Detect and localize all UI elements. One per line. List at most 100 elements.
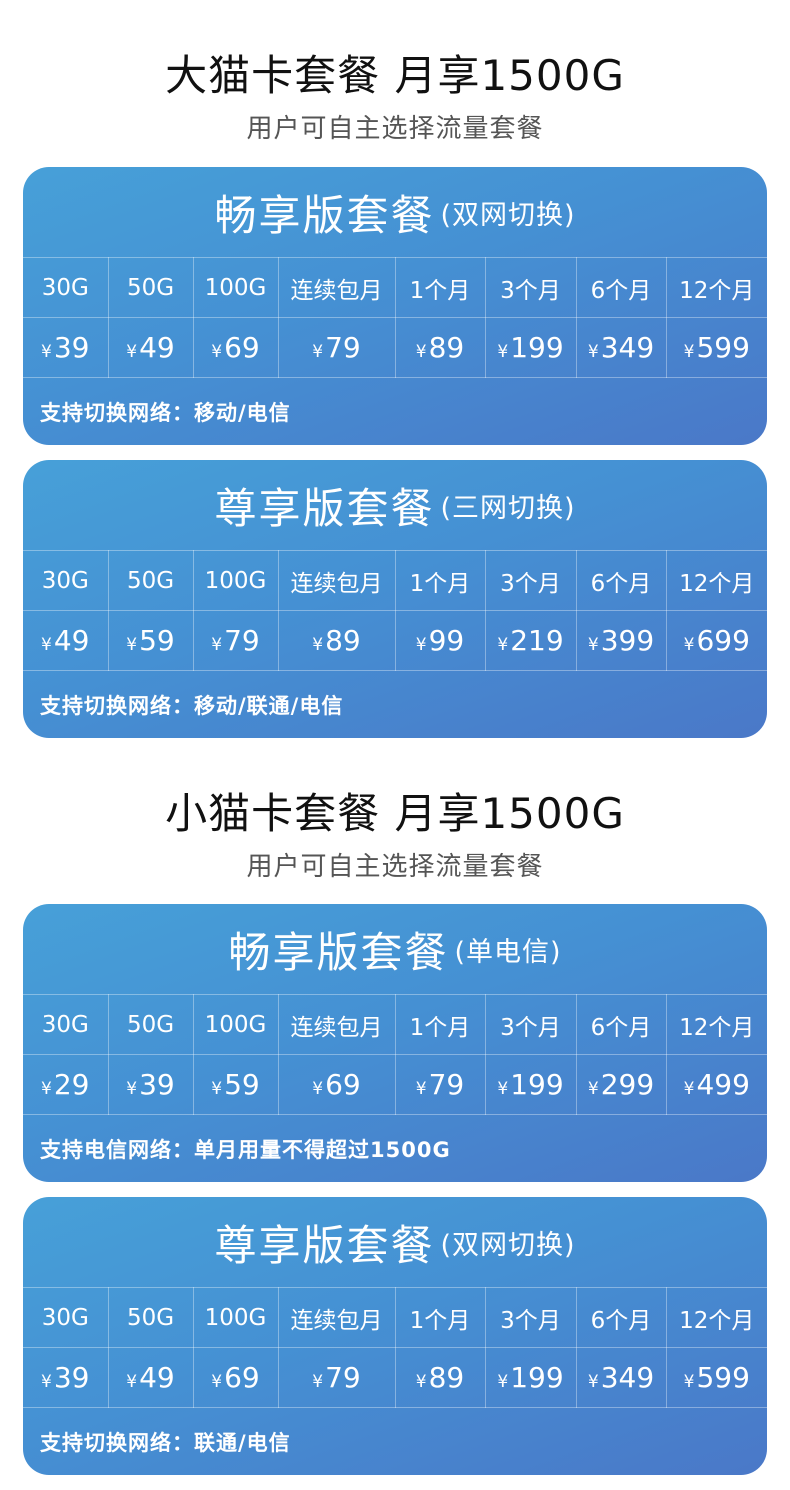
plan-duration-row: 30G 50G 100G 连续包月 1个月 3个月 6个月 12个月	[23, 1287, 767, 1348]
network-support-note: 支持切换网络：移动/联通/电信	[40, 694, 344, 718]
price-table: 30G 50G 100G 连续包月 1个月 3个月 6个月 12个月 ¥39 ¥…	[23, 1287, 767, 1408]
duration-label: 连续包月	[277, 550, 396, 611]
currency-symbol: ¥	[587, 1079, 599, 1099]
price-cell[interactable]: ¥79	[277, 317, 396, 378]
currency-symbol: ¥	[683, 342, 695, 362]
duration-label: 30G	[23, 1287, 109, 1348]
price-cell[interactable]: ¥79	[394, 1054, 486, 1115]
price-cell[interactable]: ¥39	[23, 317, 109, 378]
price-value: 89	[428, 1361, 465, 1394]
price-table: 30G 50G 100G 连续包月 1个月 3个月 6个月 12个月 ¥49 ¥…	[23, 550, 767, 671]
currency-symbol: ¥	[683, 1079, 695, 1099]
duration-label: 30G	[23, 550, 109, 611]
duration-label: 6个月	[575, 994, 667, 1055]
network-support-note: 支持切换网络：移动/电信	[40, 401, 291, 425]
price-cell[interactable]: ¥219	[484, 610, 577, 671]
price-cell[interactable]: ¥69	[192, 317, 279, 378]
duration-label: 100G	[192, 994, 279, 1055]
price-cell[interactable]: ¥199	[484, 317, 577, 378]
price-cell[interactable]: ¥399	[575, 610, 667, 671]
duration-label: 100G	[192, 1287, 279, 1348]
duration-label: 6个月	[575, 257, 667, 318]
section-subtitle: 用户可自主选择流量套餐	[246, 852, 544, 882]
currency-symbol: ¥	[126, 342, 138, 362]
price-cell[interactable]: ¥99	[394, 610, 486, 671]
duration-label: 50G	[107, 257, 194, 318]
price-cell[interactable]: ¥79	[192, 610, 279, 671]
plan-card-title: 畅享版套餐 (双网切换)	[23, 167, 767, 257]
duration-label: 3个月	[484, 257, 577, 318]
price-value: 89	[325, 624, 361, 657]
price-value: 699	[696, 624, 750, 657]
price-cell[interactable]: ¥599	[665, 1347, 767, 1408]
price-cell[interactable]: ¥29	[23, 1054, 109, 1115]
plan-card[interactable]: 畅享版套餐 (单电信) 30G 50G 100G 连续包月 1个月 3个月 6个…	[23, 904, 767, 1182]
currency-symbol: ¥	[587, 1372, 599, 1392]
plan-price-row: ¥49 ¥59 ¥79 ¥89 ¥99 ¥219 ¥399 ¥699	[23, 610, 767, 671]
currency-symbol: ¥	[497, 342, 509, 362]
price-cell[interactable]: ¥499	[665, 1054, 767, 1115]
plan-note: (三网切换)	[440, 492, 576, 524]
price-value: 89	[428, 331, 465, 364]
price-value: 349	[600, 1361, 655, 1394]
currency-symbol: ¥	[415, 1079, 427, 1099]
duration-label: 100G	[192, 550, 279, 611]
duration-label: 12个月	[665, 994, 767, 1055]
duration-label: 1个月	[394, 550, 486, 611]
price-cell[interactable]: ¥199	[484, 1347, 577, 1408]
price-value: 49	[139, 1361, 175, 1394]
plan-duration-row: 30G 50G 100G 连续包月 1个月 3个月 6个月 12个月	[23, 994, 767, 1055]
price-value: 199	[510, 331, 564, 364]
price-cell[interactable]: ¥199	[484, 1054, 577, 1115]
price-cell[interactable]: ¥349	[575, 317, 667, 378]
price-value: 79	[428, 1068, 465, 1101]
section-title: 大猫卡套餐 月享1500G	[165, 51, 625, 100]
price-cell[interactable]: ¥69	[277, 1054, 396, 1115]
price-value: 59	[224, 1068, 260, 1101]
price-value: 49	[53, 624, 90, 657]
price-cell[interactable]: ¥59	[107, 610, 194, 671]
currency-symbol: ¥	[587, 342, 599, 362]
currency-symbol: ¥	[587, 635, 599, 655]
duration-label: 6个月	[575, 550, 667, 611]
currency-symbol: ¥	[497, 635, 509, 655]
price-cell[interactable]: ¥39	[107, 1054, 194, 1115]
plan-card-title: 尊享版套餐 (三网切换)	[23, 460, 767, 550]
price-cell[interactable]: ¥89	[277, 610, 396, 671]
price-value: 29	[53, 1068, 90, 1101]
price-cell[interactable]: ¥349	[575, 1347, 667, 1408]
price-cell[interactable]: ¥599	[665, 317, 767, 378]
plan-price-row: ¥39 ¥49 ¥69 ¥79 ¥89 ¥199 ¥349 ¥599	[23, 1347, 767, 1408]
network-support-note: 支持电信网络：单月用量不得超过1500G	[40, 1138, 451, 1162]
price-cell[interactable]: ¥89	[394, 1347, 486, 1408]
price-value: 69	[224, 331, 260, 364]
plan-card[interactable]: 畅享版套餐 (双网切换) 30G 50G 100G 连续包月 1个月 3个月 6…	[23, 167, 767, 445]
duration-label: 50G	[107, 550, 194, 611]
price-cell[interactable]: ¥89	[394, 317, 486, 378]
plan-card-title: 畅享版套餐 (单电信)	[23, 904, 767, 994]
currency-symbol: ¥	[415, 635, 427, 655]
duration-label: 连续包月	[277, 994, 396, 1055]
price-value: 69	[325, 1068, 361, 1101]
duration-label: 连续包月	[277, 1287, 396, 1348]
price-cell[interactable]: ¥39	[23, 1347, 109, 1408]
plan-name: 畅享版套餐	[228, 927, 449, 977]
currency-symbol: ¥	[312, 1372, 324, 1392]
duration-label: 连续包月	[277, 257, 396, 318]
currency-symbol: ¥	[41, 635, 52, 655]
duration-label: 30G	[23, 994, 109, 1055]
price-cell[interactable]: ¥699	[665, 610, 767, 671]
price-value: 39	[139, 1068, 175, 1101]
price-cell[interactable]: ¥299	[575, 1054, 667, 1115]
price-cell[interactable]: ¥59	[192, 1054, 279, 1115]
plan-card[interactable]: 尊享版套餐 (三网切换) 30G 50G 100G 连续包月 1个月 3个月 6…	[23, 460, 767, 738]
price-value: 299	[600, 1068, 655, 1101]
price-cell[interactable]: ¥69	[192, 1347, 279, 1408]
section-subtitle: 用户可自主选择流量套餐	[246, 114, 544, 144]
plan-card[interactable]: 尊享版套餐 (双网切换) 30G 50G 100G 连续包月 1个月 3个月 6…	[23, 1197, 767, 1475]
price-cell[interactable]: ¥49	[107, 1347, 194, 1408]
price-cell[interactable]: ¥49	[107, 317, 194, 378]
price-cell[interactable]: ¥49	[23, 610, 109, 671]
currency-symbol: ¥	[415, 1372, 427, 1392]
price-cell[interactable]: ¥79	[277, 1347, 396, 1408]
